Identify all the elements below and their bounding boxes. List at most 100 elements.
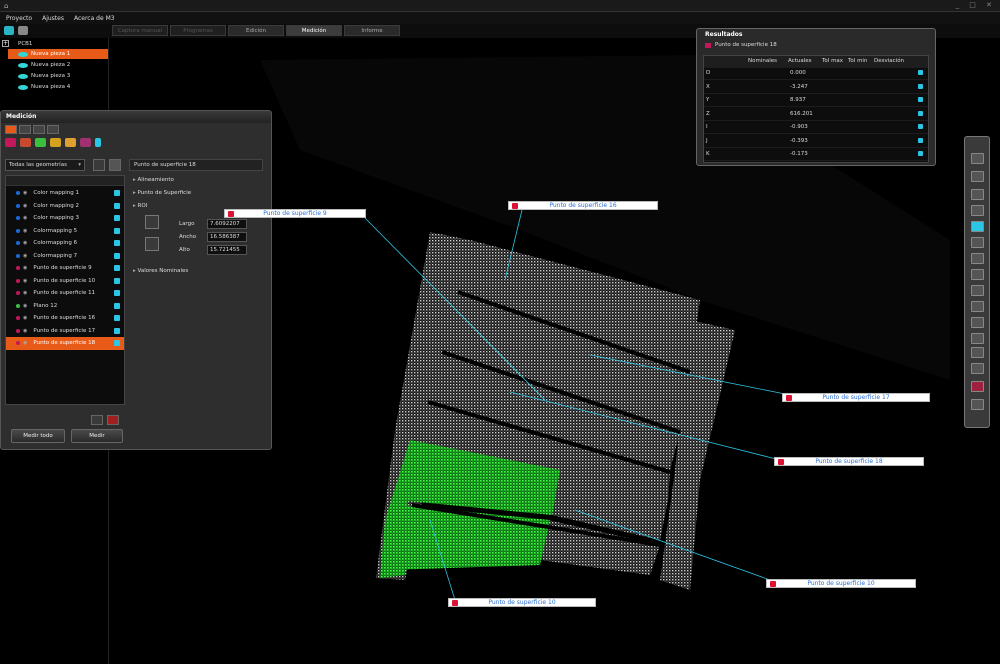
menu-ajustes[interactable]: Ajustes xyxy=(42,15,64,22)
list-item[interactable]: ◉ Punto de superficie 10 xyxy=(6,275,124,288)
grid-icon[interactable] xyxy=(971,253,984,264)
folder-icon[interactable] xyxy=(91,415,103,425)
point-marker-icon xyxy=(770,581,776,587)
tree-root[interactable]: PCB1 xyxy=(14,39,114,49)
visibility-icon[interactable]: ◉ xyxy=(23,203,27,209)
label-punto-17[interactable]: Punto de superficie 17 xyxy=(782,393,930,402)
visibility-icon[interactable]: ◉ xyxy=(23,328,27,334)
label-punto-16[interactable]: Punto de superficie 16 xyxy=(508,201,658,210)
delete-icon[interactable] xyxy=(107,415,119,425)
slot-tool-icon[interactable] xyxy=(65,138,76,147)
roi-largo-field[interactable]: 7.6092207 xyxy=(207,219,247,229)
point-tool-icon[interactable] xyxy=(5,138,16,147)
geometry-filter-select[interactable]: Todas las geometrías xyxy=(5,159,85,171)
circle-tool-icon[interactable] xyxy=(50,138,61,147)
visibility-icon[interactable]: ◉ xyxy=(23,228,27,234)
view-icon[interactable] xyxy=(971,317,984,328)
zoom-icon[interactable] xyxy=(971,301,984,312)
section-valores-nominales[interactable]: Valores Nominales xyxy=(133,268,189,274)
fit-icon[interactable] xyxy=(971,285,984,296)
list-item[interactable]: ◉ Color mapping 3 xyxy=(6,212,124,225)
tab-programas[interactable]: Programas xyxy=(170,25,226,36)
list-item[interactable]: ◉ Colormapping 5 xyxy=(6,225,124,238)
tree-item-4[interactable]: Nueva pieza 4 xyxy=(8,82,108,92)
roi-height-icon[interactable] xyxy=(145,237,159,251)
measure-all-button[interactable]: Medir todo xyxy=(11,429,65,443)
window-controls[interactable]: _ □ ✕ xyxy=(956,1,996,9)
hand-icon[interactable] xyxy=(971,347,984,358)
camera-icon[interactable] xyxy=(971,399,984,410)
cloud-tool-icon[interactable] xyxy=(4,26,14,35)
list-item[interactable]: ◉ Colormapping 6 xyxy=(6,237,124,250)
label-punto-9[interactable]: Punto de superficie 9 xyxy=(224,209,366,218)
tree-item-1[interactable]: Nueva pieza 1 xyxy=(8,49,108,59)
section-alineamiento[interactable]: Alineamiento xyxy=(133,177,174,183)
shape-tab-icon[interactable] xyxy=(19,125,31,134)
sphere-icon[interactable] xyxy=(971,381,984,392)
visibility-icon[interactable]: ◉ xyxy=(23,240,27,246)
list-item[interactable]: ◉ Punto de superficie 18 xyxy=(6,337,124,350)
menu-proyecto[interactable]: Proyecto xyxy=(6,15,32,22)
align-icon[interactable] xyxy=(971,363,984,374)
select-icon[interactable] xyxy=(971,189,984,200)
visibility-icon[interactable]: ◉ xyxy=(23,190,27,196)
deviation-status-icon xyxy=(918,83,923,89)
tree-item-2[interactable]: Nueva pieza 2 xyxy=(8,60,108,70)
list-item[interactable]: ◉ Punto de superficie 16 xyxy=(6,312,124,325)
pin-tool-icon[interactable] xyxy=(20,138,31,147)
visibility-icon[interactable]: ◉ xyxy=(23,253,27,259)
table-row: K -0.173 xyxy=(704,149,928,161)
tab-captura-manual[interactable]: Captura manual xyxy=(112,25,168,36)
measure-button[interactable]: Medir xyxy=(71,429,123,443)
colormap-icon[interactable] xyxy=(971,333,984,344)
copy-tab-icon[interactable] xyxy=(33,125,45,134)
list-item[interactable]: ◉ Color mapping 2 xyxy=(6,200,124,213)
measure-icon[interactable] xyxy=(971,205,984,216)
visibility-icon[interactable]: ◉ xyxy=(23,278,27,284)
frame-icon[interactable] xyxy=(971,237,984,248)
menu-acerca[interactable]: Acerca de M3 xyxy=(74,15,115,22)
tab-medicion[interactable]: Medición xyxy=(286,25,342,36)
geometry-tab-icon[interactable] xyxy=(5,125,17,134)
visibility-icon[interactable]: ◉ xyxy=(23,340,27,346)
map-type-icon xyxy=(16,253,20,258)
roi-ancho-field[interactable]: 16.586387 xyxy=(207,232,247,242)
cylinder-tool-icon[interactable] xyxy=(18,26,28,35)
surface-tool-icon[interactable] xyxy=(80,138,91,147)
colormap-tool-icon[interactable] xyxy=(95,138,101,147)
layers-icon[interactable] xyxy=(971,269,984,280)
roi-alto-field[interactable]: 15.721455 xyxy=(207,245,247,255)
section-roi[interactable]: ROI xyxy=(133,203,148,209)
tab-informe[interactable]: Informe xyxy=(344,25,400,36)
label-punto-18[interactable]: Punto de superficie 18 xyxy=(774,457,924,466)
plane-tool-icon[interactable] xyxy=(35,138,46,147)
tree-item-3[interactable]: Nueva pieza 3 xyxy=(8,71,108,81)
visibility-icon[interactable]: ◉ xyxy=(23,265,27,271)
visibility-icon[interactable]: ◉ xyxy=(23,290,27,296)
visibility-icon[interactable]: ◉ xyxy=(23,303,27,309)
detail-title: Punto de superficie 18 xyxy=(129,159,263,171)
list-item[interactable]: ◉ Punto de superficie 11 xyxy=(6,287,124,300)
visibility-icon[interactable]: ◉ xyxy=(23,215,27,221)
filter-option-button[interactable] xyxy=(93,159,105,171)
list-item-label: Punto de superficie 18 xyxy=(33,340,96,347)
label-punto-10[interactable]: Punto de superficie 10 xyxy=(448,598,596,607)
roi-size-icon[interactable] xyxy=(145,215,159,229)
filter-option-button-2[interactable] xyxy=(109,159,121,171)
label-punto-10-right[interactable]: Punto de superficie 10 xyxy=(766,579,916,588)
section-punto-superficie[interactable]: Punto de Superficie xyxy=(133,190,192,196)
rotate-icon[interactable] xyxy=(971,153,984,164)
visibility-icon[interactable]: ◉ xyxy=(23,315,27,321)
distance-tab-icon[interactable] xyxy=(47,125,59,134)
box-icon[interactable] xyxy=(971,221,984,232)
tab-edicion[interactable]: Edición xyxy=(228,25,284,36)
list-item[interactable]: ◉ Color mapping 1 xyxy=(6,187,124,200)
zoom-fit-icon[interactable] xyxy=(971,171,984,182)
list-item-label: Colormapping 5 xyxy=(33,227,78,234)
list-item[interactable]: ◉ Colormapping 7 xyxy=(6,250,124,263)
list-item[interactable]: ◉ Plano 12 xyxy=(6,300,124,313)
panel-title: Medición xyxy=(1,111,271,123)
expand-icon[interactable]: + xyxy=(2,40,9,47)
list-item[interactable]: ◉ Punto de superficie 17 xyxy=(6,325,124,338)
list-item[interactable]: ◉ Punto de superficie 9 xyxy=(6,262,124,275)
